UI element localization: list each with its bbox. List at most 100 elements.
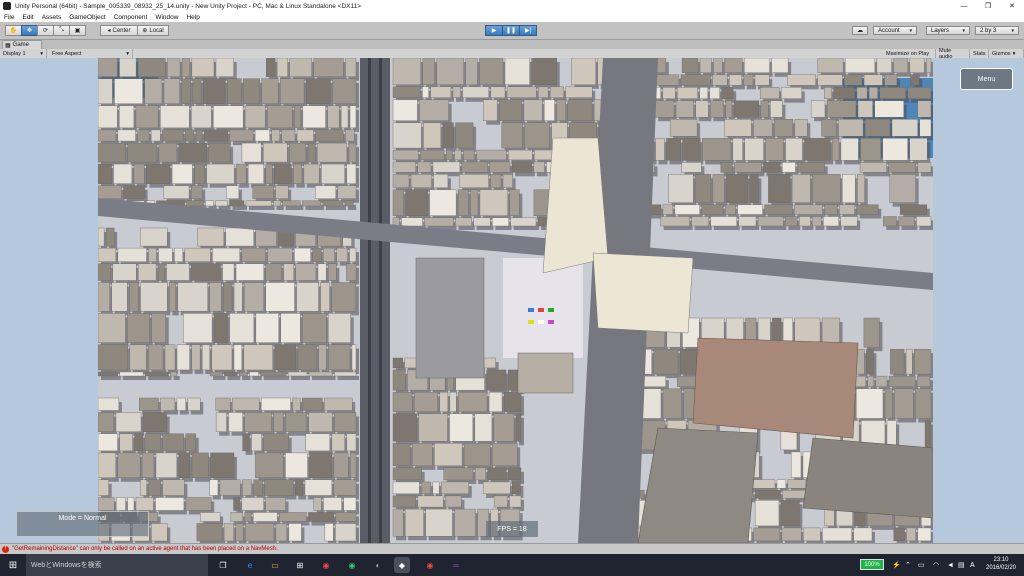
layout-dropdown[interactable]: 2 by 3 ▾ — [975, 26, 1019, 35]
building — [754, 74, 770, 86]
console-status-bar[interactable]: ! "GetRemainingDistance" can only be cal… — [0, 543, 1024, 554]
chevron-up-icon[interactable]: ⌃ — [905, 554, 911, 576]
building — [449, 413, 474, 442]
menu-assets[interactable]: Assets — [38, 14, 66, 21]
menu-component[interactable]: Component — [110, 14, 152, 21]
building — [919, 119, 932, 137]
close-button[interactable]: ✕ — [1000, 0, 1024, 12]
building — [454, 149, 462, 161]
building — [463, 149, 475, 161]
display-dropdown[interactable]: Display 1 ▾ — [0, 49, 47, 58]
building — [765, 138, 784, 161]
building — [142, 412, 167, 432]
hand-tool-button[interactable]: ✋ — [5, 25, 22, 36]
transform-tools: ✋ ✥ ⟳ ⤡ ▣ — [5, 25, 86, 36]
chevron-down-icon: ▾ — [962, 27, 965, 34]
menu-edit[interactable]: Edit — [18, 14, 37, 21]
task-view-icon[interactable]: ❐ — [215, 557, 231, 573]
building — [909, 138, 928, 161]
play-button[interactable]: ▶ — [485, 25, 503, 36]
rect-tool-button[interactable]: ▣ — [69, 25, 86, 36]
pause-button[interactable]: ❚❚ — [502, 25, 520, 36]
maximize-button[interactable]: ❐ — [976, 0, 1000, 12]
menu-gameobject[interactable]: GameObject — [65, 14, 110, 21]
stats-toggle[interactable]: Stats — [970, 49, 989, 58]
start-button[interactable]: ⊞ — [0, 554, 26, 576]
layers-dropdown[interactable]: Layers ▾ — [926, 26, 970, 35]
building — [423, 122, 442, 149]
building — [333, 479, 357, 496]
scale-tool-button[interactable]: ⤡ — [53, 25, 70, 36]
menu-window[interactable]: Window — [151, 14, 182, 21]
pivot-local-button[interactable]: ⊕ Local — [137, 25, 169, 36]
network-icon[interactable]: ▭ — [918, 554, 925, 576]
building — [209, 282, 222, 312]
visual-studio-icon[interactable]: ∞ — [448, 557, 464, 573]
building — [293, 163, 303, 184]
menu-file[interactable]: File — [0, 14, 18, 21]
building — [443, 467, 474, 481]
move-tool-button[interactable]: ✥ — [21, 25, 38, 36]
tab-game[interactable]: ▦ Game — [2, 40, 42, 49]
aspect-dropdown[interactable]: Free Aspect ▾ — [49, 49, 133, 58]
edge-browser-icon[interactable]: e — [242, 557, 258, 573]
building — [98, 497, 115, 511]
windows-logo-icon: ⊞ — [8, 559, 18, 571]
game-viewport[interactable] — [98, 58, 933, 543]
building — [334, 371, 357, 377]
minimize-button[interactable]: — — [952, 0, 976, 12]
building — [292, 397, 301, 411]
menu-help[interactable]: Help — [182, 14, 203, 21]
cloud-button[interactable]: ☁ — [852, 26, 868, 35]
menu-button[interactable]: Menu — [960, 68, 1013, 90]
maximize-on-play-toggle[interactable]: Maximize on Play — [883, 49, 936, 58]
unity-taskbar-icon[interactable]: ◆ — [394, 557, 410, 573]
building — [129, 344, 147, 371]
step-button[interactable]: ▶| — [519, 25, 537, 36]
building — [315, 185, 337, 199]
building — [274, 344, 297, 371]
play-controls: ▶ ❚❚ ▶| — [485, 25, 537, 36]
building — [457, 189, 469, 216]
building — [853, 527, 873, 542]
building — [764, 204, 793, 215]
wifi-icon[interactable]: ◠ — [933, 554, 939, 576]
building — [417, 161, 432, 173]
building — [914, 388, 932, 419]
building — [323, 497, 342, 511]
system-clock[interactable]: 23:10 2016/02/20 — [982, 556, 1020, 574]
building — [151, 523, 168, 542]
chrome-icon[interactable]: ◉ — [318, 557, 334, 573]
building — [515, 413, 522, 442]
building — [826, 100, 857, 118]
ime-indicator[interactable]: A — [970, 554, 975, 576]
building — [392, 58, 422, 86]
rotate-tool-button[interactable]: ⟳ — [37, 25, 54, 36]
store-icon[interactable]: ⊞ — [292, 557, 308, 573]
building — [245, 523, 275, 542]
building — [343, 497, 357, 511]
building — [119, 58, 137, 77]
account-dropdown[interactable]: Account ▾ — [873, 26, 917, 35]
building — [324, 523, 334, 542]
file-explorer-icon[interactable]: ▭ — [267, 557, 283, 573]
gizmos-dropdown[interactable]: Gizmos ▾ — [989, 49, 1024, 58]
chrome-3-icon[interactable]: ◉ — [422, 557, 438, 573]
building — [508, 149, 533, 161]
building — [178, 452, 191, 478]
battery-indicator[interactable]: 100% — [860, 559, 884, 570]
notification-icon[interactable]: ▤ — [958, 554, 965, 576]
building — [138, 263, 157, 281]
volume-icon[interactable]: ◄ — [947, 554, 954, 576]
pivot-center-button[interactable]: ◂ Center — [100, 25, 138, 36]
building — [531, 58, 557, 86]
app-icon[interactable]: ◐ — [370, 557, 386, 573]
taskbar-search-box[interactable]: WebとWindowsを検索 — [26, 554, 208, 576]
fps-panel: FPS = 18 — [486, 521, 538, 537]
mute-audio-toggle[interactable]: Mute audio — [936, 48, 970, 60]
power-icon[interactable]: ⚡ — [892, 554, 901, 576]
building — [753, 119, 773, 137]
building — [331, 282, 357, 312]
chrome-2-icon[interactable]: ◉ — [344, 557, 360, 573]
building — [139, 397, 159, 411]
